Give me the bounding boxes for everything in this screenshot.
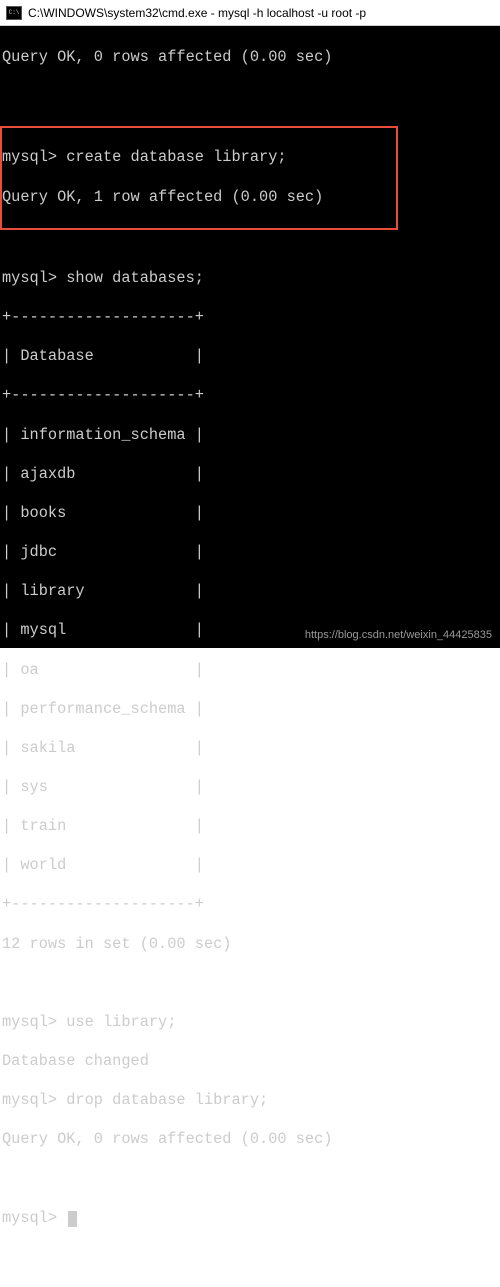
table-row: | ajaxdb | (2, 465, 498, 485)
prompt-line: mysql> use library; (2, 1013, 498, 1033)
watermark: https://blog.csdn.net/weixin_44425835 (305, 628, 492, 642)
table-row: | world | (2, 856, 498, 876)
table-border: +--------------------+ (2, 386, 498, 406)
blank-line (2, 1170, 498, 1190)
output-line: Database changed (2, 1052, 498, 1072)
blank-line (2, 974, 498, 994)
table-row: | performance_schema | (2, 700, 498, 720)
table-row: | library | (2, 582, 498, 602)
cmd-use-library: use library; (57, 1013, 176, 1031)
cmd-show-databases: show databases; (57, 269, 204, 287)
cursor (68, 1211, 77, 1227)
table-row: | jdbc | (2, 543, 498, 563)
cmd-window: C:\WINDOWS\system32\cmd.exe - mysql -h l… (0, 0, 500, 648)
prompt-line: mysql> create database library; (2, 148, 396, 168)
mysql-prompt: mysql> (2, 1013, 57, 1031)
output-line: 12 rows in set (0.00 sec) (2, 935, 498, 955)
mysql-prompt: mysql> (2, 148, 57, 166)
prompt-line: mysql> drop database library; (2, 1091, 498, 1111)
table-border: +--------------------+ (2, 895, 498, 915)
table-row: | information_schema | (2, 426, 498, 446)
prompt-line: mysql> show databases; (2, 269, 498, 289)
titlebar-text: C:\WINDOWS\system32\cmd.exe - mysql -h l… (28, 6, 366, 20)
mysql-prompt: mysql> (2, 1209, 57, 1227)
table-row: | oa | (2, 661, 498, 681)
output-line: Query OK, 1 row affected (0.00 sec) (2, 188, 396, 208)
blank-line (2, 230, 498, 250)
output-line: Query OK, 0 rows affected (0.00 sec) (2, 1130, 498, 1150)
terminal-area[interactable]: Query OK, 0 rows affected (0.00 sec) mys… (0, 26, 500, 648)
table-row: | sys | (2, 778, 498, 798)
titlebar[interactable]: C:\WINDOWS\system32\cmd.exe - mysql -h l… (0, 0, 500, 26)
table-row: | train | (2, 817, 498, 837)
cmd-icon (6, 6, 22, 20)
table-header: | Database | (2, 347, 498, 367)
table-row: | books | (2, 504, 498, 524)
cmd-create-database: create database library; (57, 148, 287, 166)
cmd-drop-database: drop database library; (57, 1091, 268, 1109)
table-row: | sakila | (2, 739, 498, 759)
mysql-prompt: mysql> (2, 1091, 57, 1109)
table-border: +--------------------+ (2, 308, 498, 328)
highlight-create-db: mysql> create database library; Query OK… (0, 126, 398, 230)
mysql-prompt: mysql> (2, 269, 57, 287)
prompt-line: mysql> (2, 1209, 498, 1229)
output-line: Query OK, 0 rows affected (0.00 sec) (2, 48, 498, 68)
blank-line (2, 87, 498, 107)
